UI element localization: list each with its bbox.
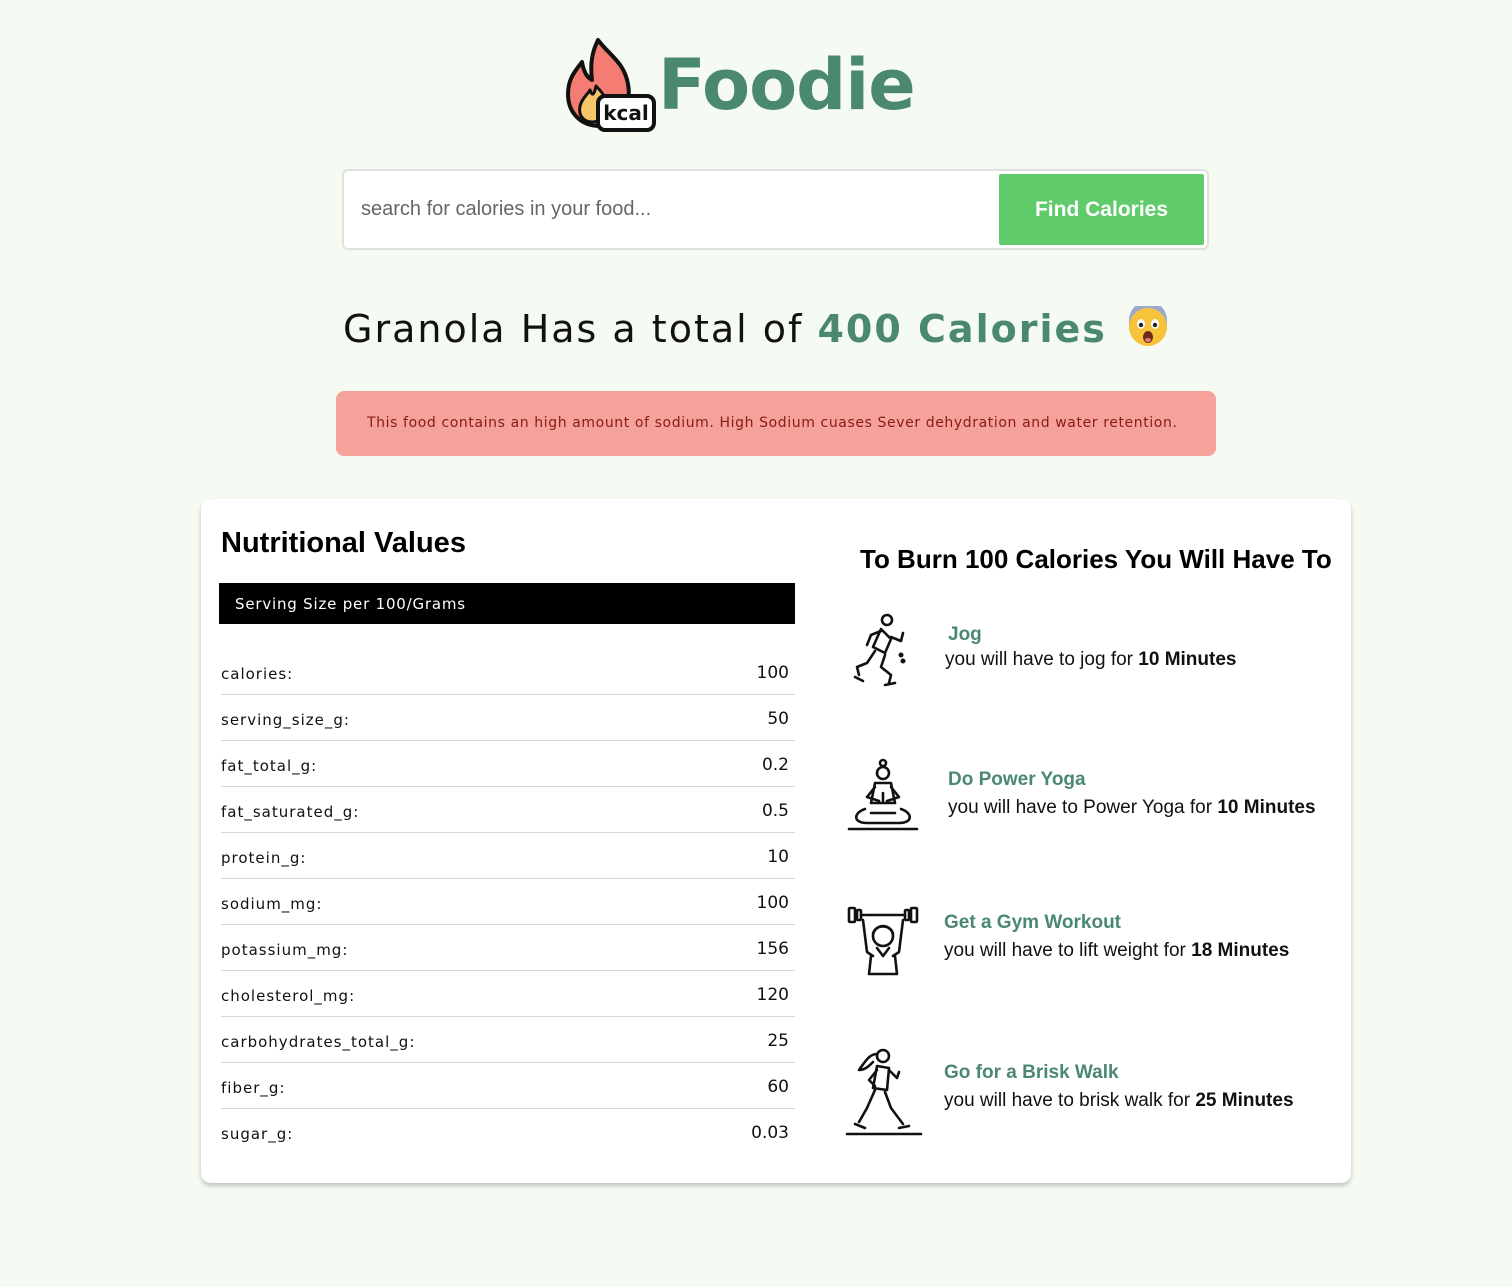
activity-duration: 10 Minutes bbox=[1217, 797, 1316, 818]
activity-description: you will have to brisk walk for 25 Minut… bbox=[944, 1090, 1294, 1112]
nutrition-row: cholesterol_mg: 120 bbox=[221, 971, 795, 1017]
nutrient-value: 0.03 bbox=[751, 1123, 789, 1143]
activity-gym-workout: Get a Gym Workout you will have to lift … bbox=[845, 904, 1345, 994]
activity-jog: Jog you will have to jog for 10 Minutes bbox=[845, 611, 1345, 701]
nutrition-row: sugar_g: 0.03 bbox=[221, 1109, 795, 1155]
nutrient-name: protein_g: bbox=[221, 849, 307, 867]
activity-duration: 18 Minutes bbox=[1191, 940, 1290, 961]
activity-duration: 25 Minutes bbox=[1195, 1090, 1294, 1111]
nutrient-value: 156 bbox=[756, 939, 789, 959]
nutrient-name: fat_saturated_g: bbox=[221, 803, 360, 821]
nutrient-name: fiber_g: bbox=[221, 1079, 286, 1097]
walking-icon bbox=[845, 1048, 923, 1136]
activity-name: Go for a Brisk Walk bbox=[944, 1062, 1119, 1083]
search-bar: Find Calories bbox=[342, 169, 1209, 250]
burn-title: To Burn 100 Calories You Will Have To bbox=[860, 544, 1332, 574]
serving-size-bar: Serving Size per 100/Grams bbox=[219, 583, 795, 624]
nutrient-value: 60 bbox=[767, 1077, 789, 1097]
activity-desc-prefix: you will have to jog for bbox=[945, 649, 1133, 670]
nutrient-name: sodium_mg: bbox=[221, 895, 323, 913]
activity-desc-prefix: you will have to Power Yoga for bbox=[948, 797, 1213, 818]
runner-icon bbox=[853, 613, 906, 687]
nutrient-name: calories: bbox=[221, 665, 294, 683]
kcal-badge-text: kcal bbox=[603, 101, 649, 125]
nutrition-row: potassium_mg: 156 bbox=[221, 925, 795, 971]
nutrition-row: serving_size_g: 50 bbox=[221, 695, 795, 741]
flame-kcal-icon: kcal bbox=[566, 38, 656, 132]
nutrient-value: 0.2 bbox=[761, 755, 789, 775]
nutrition-row: fat_saturated_g: 0.5 bbox=[221, 787, 795, 833]
activity-brisk-walk: Go for a Brisk Walk you will have to bri… bbox=[845, 1048, 1345, 1138]
nutrient-name: carbohydrates_total_g: bbox=[221, 1033, 416, 1051]
weightlifting-icon bbox=[847, 906, 919, 976]
nutrition-row: fat_total_g: 0.2 bbox=[221, 741, 795, 787]
nutrient-value: 10 bbox=[767, 847, 789, 867]
brand-name: Foodie bbox=[658, 44, 916, 126]
search-input[interactable] bbox=[347, 174, 999, 245]
find-calories-button[interactable]: Find Calories bbox=[999, 174, 1204, 245]
activity-description: you will have to jog for 10 Minutes bbox=[945, 649, 1236, 671]
nutrient-name: potassium_mg: bbox=[221, 941, 349, 959]
results-card: Nutritional Values Serving Size per 100/… bbox=[201, 499, 1351, 1183]
activity-name: Get a Gym Workout bbox=[944, 912, 1122, 933]
nutrition-row: fiber_g: 60 bbox=[221, 1063, 795, 1109]
nutrient-name: sugar_g: bbox=[221, 1125, 294, 1143]
headline-middle: Has a total of bbox=[520, 307, 804, 351]
activity-desc-prefix: you will have to lift weight for bbox=[944, 940, 1186, 961]
calorie-total: 400 Calories bbox=[817, 307, 1107, 351]
nutrient-value: 25 bbox=[767, 1031, 789, 1051]
activity-duration: 10 Minutes bbox=[1138, 649, 1237, 670]
nutrition-row: calories: 100 bbox=[221, 649, 795, 695]
activity-desc-prefix: you will have to brisk walk for bbox=[944, 1090, 1191, 1111]
activity-description: you will have to lift weight for 18 Minu… bbox=[944, 940, 1289, 962]
nutrition-row: carbohydrates_total_g: 25 bbox=[221, 1017, 795, 1063]
calorie-headline: Granola Has a total of 400 Calories bbox=[0, 301, 1512, 357]
nutrition-table: calories: 100 serving_size_g: 50 fat_total… bbox=[221, 649, 795, 1155]
nutrient-value: 100 bbox=[756, 893, 789, 913]
nutrient-value: 0.5 bbox=[761, 801, 789, 821]
nutrient-value: 120 bbox=[756, 985, 789, 1005]
yoga-icon bbox=[847, 758, 919, 831]
nutrition-row: sodium_mg: 100 bbox=[221, 879, 795, 925]
activity-description: you will have to Power Yoga for 10 Minut… bbox=[948, 797, 1316, 819]
nutrient-value: 100 bbox=[756, 663, 789, 683]
nutrient-name: serving_size_g: bbox=[221, 711, 350, 729]
fearful-face-icon bbox=[1127, 301, 1169, 357]
nutrient-value: 50 bbox=[767, 709, 789, 729]
nutrition-row: protein_g: 10 bbox=[221, 833, 795, 879]
nutrition-title: Nutritional Values bbox=[221, 527, 466, 559]
nutrient-name: cholesterol_mg: bbox=[221, 987, 356, 1005]
activity-name: Do Power Yoga bbox=[948, 769, 1086, 790]
foodie-logo[interactable]: kcal Foodie bbox=[562, 34, 916, 138]
activity-power-yoga: Do Power Yoga you will have to Power Yog… bbox=[845, 757, 1345, 847]
sodium-alert: This food contains an high amount of sod… bbox=[336, 391, 1216, 456]
nutrient-name: fat_total_g: bbox=[221, 757, 318, 775]
food-name: Granola bbox=[343, 307, 507, 351]
activity-name: Jog bbox=[948, 624, 982, 645]
